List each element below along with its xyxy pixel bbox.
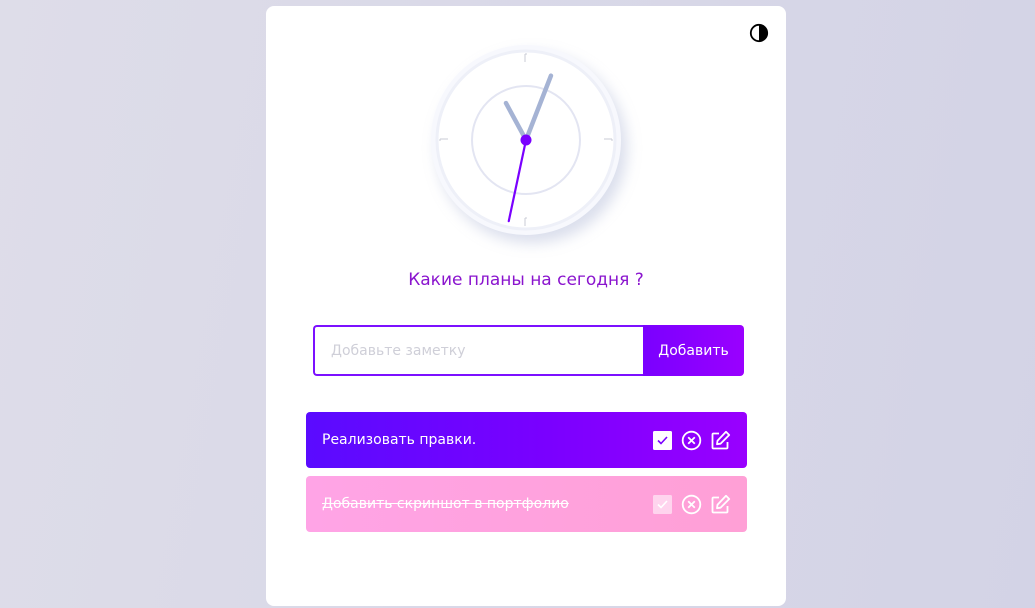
analog-clock [431, 45, 621, 235]
theme-toggle-icon[interactable] [749, 23, 769, 43]
todo-actions [652, 430, 731, 451]
todo-card: Какие планы на сегодня ? Добавить Реализ… [266, 6, 786, 606]
edit-pencil-icon[interactable] [710, 430, 731, 451]
todo-text: Реализовать правки. [322, 432, 477, 448]
todo-item: Реализовать правки. [306, 412, 747, 468]
note-input[interactable] [313, 325, 643, 376]
circle-x-icon[interactable] [681, 430, 702, 451]
add-button[interactable]: Добавить [643, 325, 744, 376]
checkbox-check-icon[interactable] [652, 494, 673, 515]
todo-text: Добавить скриншот в портфолио [322, 496, 569, 512]
todo-item-done: Добавить скриншот в портфолио [306, 476, 747, 532]
add-note-form: Добавить [313, 325, 744, 376]
circle-x-icon[interactable] [681, 494, 702, 515]
clock-center-pin [520, 134, 532, 146]
todo-actions [652, 494, 731, 515]
checkbox-check-icon[interactable] [652, 430, 673, 451]
edit-pencil-icon[interactable] [710, 494, 731, 515]
page-title: Какие планы на сегодня ? [408, 270, 644, 290]
